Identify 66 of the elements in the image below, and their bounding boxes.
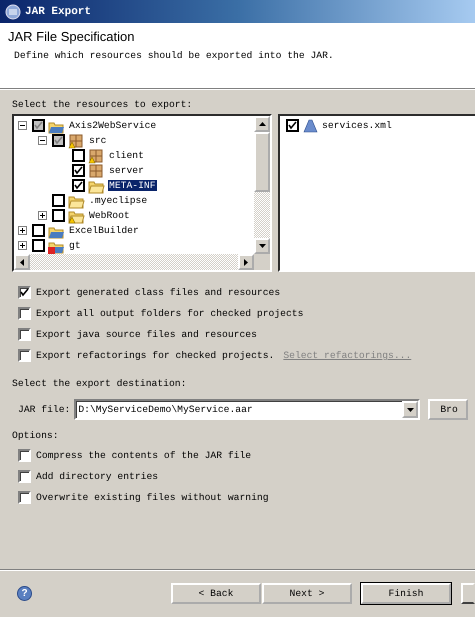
collapse-toggle-icon[interactable]	[38, 136, 47, 145]
tree-item[interactable]: client	[108, 150, 145, 161]
wizard-button[interactable]: Next >	[262, 583, 352, 604]
check-mark-icon	[288, 121, 297, 130]
browse-button[interactable]: Bro	[428, 399, 468, 420]
expand-toggle-icon[interactable]	[18, 241, 27, 250]
tree-item[interactable]: gt	[68, 240, 82, 251]
tree-item[interactable]: .myeclipse	[88, 195, 148, 206]
checkbox-label: Export java source files and resources	[36, 329, 257, 340]
scroll-right-button[interactable]	[238, 254, 254, 270]
right-arrow-icon	[244, 258, 248, 266]
expand-toggle-icon[interactable]	[18, 226, 27, 235]
checkbox-label: Export all output folders for checked projects	[36, 308, 304, 319]
checkbox[interactable]	[18, 449, 31, 462]
checkbox[interactable]	[18, 349, 31, 362]
expand-toggle-icon[interactable]	[38, 211, 47, 220]
checkbox[interactable]	[18, 470, 31, 483]
checkbox-label: Export refactorings for checked projects.	[36, 350, 274, 361]
list-checkbox[interactable]	[286, 119, 299, 132]
wizard-button[interactable]: < Back	[171, 583, 261, 604]
checkbox-label: Overwrite existing files without warning	[36, 492, 269, 503]
tree-checkbox[interactable]	[52, 209, 65, 222]
scroll-up-button[interactable]	[254, 116, 270, 132]
tree-item[interactable]: ExcelBuilder	[68, 225, 140, 236]
tree-checkbox[interactable]	[72, 149, 85, 162]
horizontal-scrollbar[interactable]	[14, 254, 254, 270]
checkbox[interactable]	[18, 328, 31, 341]
section-label: Select the resources to export:	[12, 99, 194, 110]
scrollbar-thumb[interactable]	[254, 132, 270, 192]
dropdown-arrow-icon	[406, 408, 414, 412]
scrollbar-corner	[254, 254, 270, 270]
left-arrow-icon	[20, 258, 24, 266]
tree-checkbox[interactable]	[32, 239, 45, 252]
window-title: JAR Export	[25, 6, 92, 18]
list-item[interactable]: services.xml	[322, 120, 392, 131]
tree-item[interactable]: src	[88, 135, 108, 146]
scroll-left-button[interactable]	[14, 254, 30, 270]
tree-checkbox[interactable]	[32, 224, 45, 237]
scroll-down-button[interactable]	[254, 238, 270, 254]
up-arrow-icon	[258, 122, 266, 126]
section-label: Select the export destination:	[12, 378, 188, 389]
file-icon	[302, 118, 319, 132]
checkbox-label: Export generated class files and resources	[36, 287, 280, 298]
tree-item[interactable]: WebRoot	[88, 210, 131, 221]
tree-item[interactable]: META-INF	[108, 180, 157, 191]
checkbox-label: Compress the contents of the JAR file	[36, 450, 252, 461]
checkbox[interactable]	[18, 286, 31, 299]
checkbox[interactable]	[18, 307, 31, 320]
tree-checkbox[interactable]	[52, 194, 65, 207]
field-label: JAR file:	[18, 404, 70, 415]
jar-file-combo[interactable]: D:\MyServiceDemo\MyService.aar	[74, 399, 420, 420]
checkbox-label: Add directory entries	[36, 471, 158, 482]
cut-off-button[interactable]	[461, 583, 475, 604]
wizard-button[interactable]: Finish	[361, 583, 451, 604]
dropdown-button[interactable]	[402, 401, 418, 418]
page-description: Define which resources should be exported into the JAR.	[13, 50, 335, 61]
collapse-toggle-icon[interactable]	[18, 121, 27, 130]
section-label: Options:	[12, 430, 60, 441]
vertical-scrollbar[interactable]	[254, 116, 270, 254]
checkbox[interactable]	[18, 491, 31, 504]
tree-item[interactable]: Axis2WebService	[68, 120, 158, 131]
help-icon[interactable]: ?	[17, 586, 32, 601]
check-mark-icon	[20, 288, 29, 297]
page-title: JAR File Specification	[8, 29, 136, 44]
tree-item[interactable]: server	[108, 165, 145, 176]
down-arrow-icon	[258, 244, 266, 248]
